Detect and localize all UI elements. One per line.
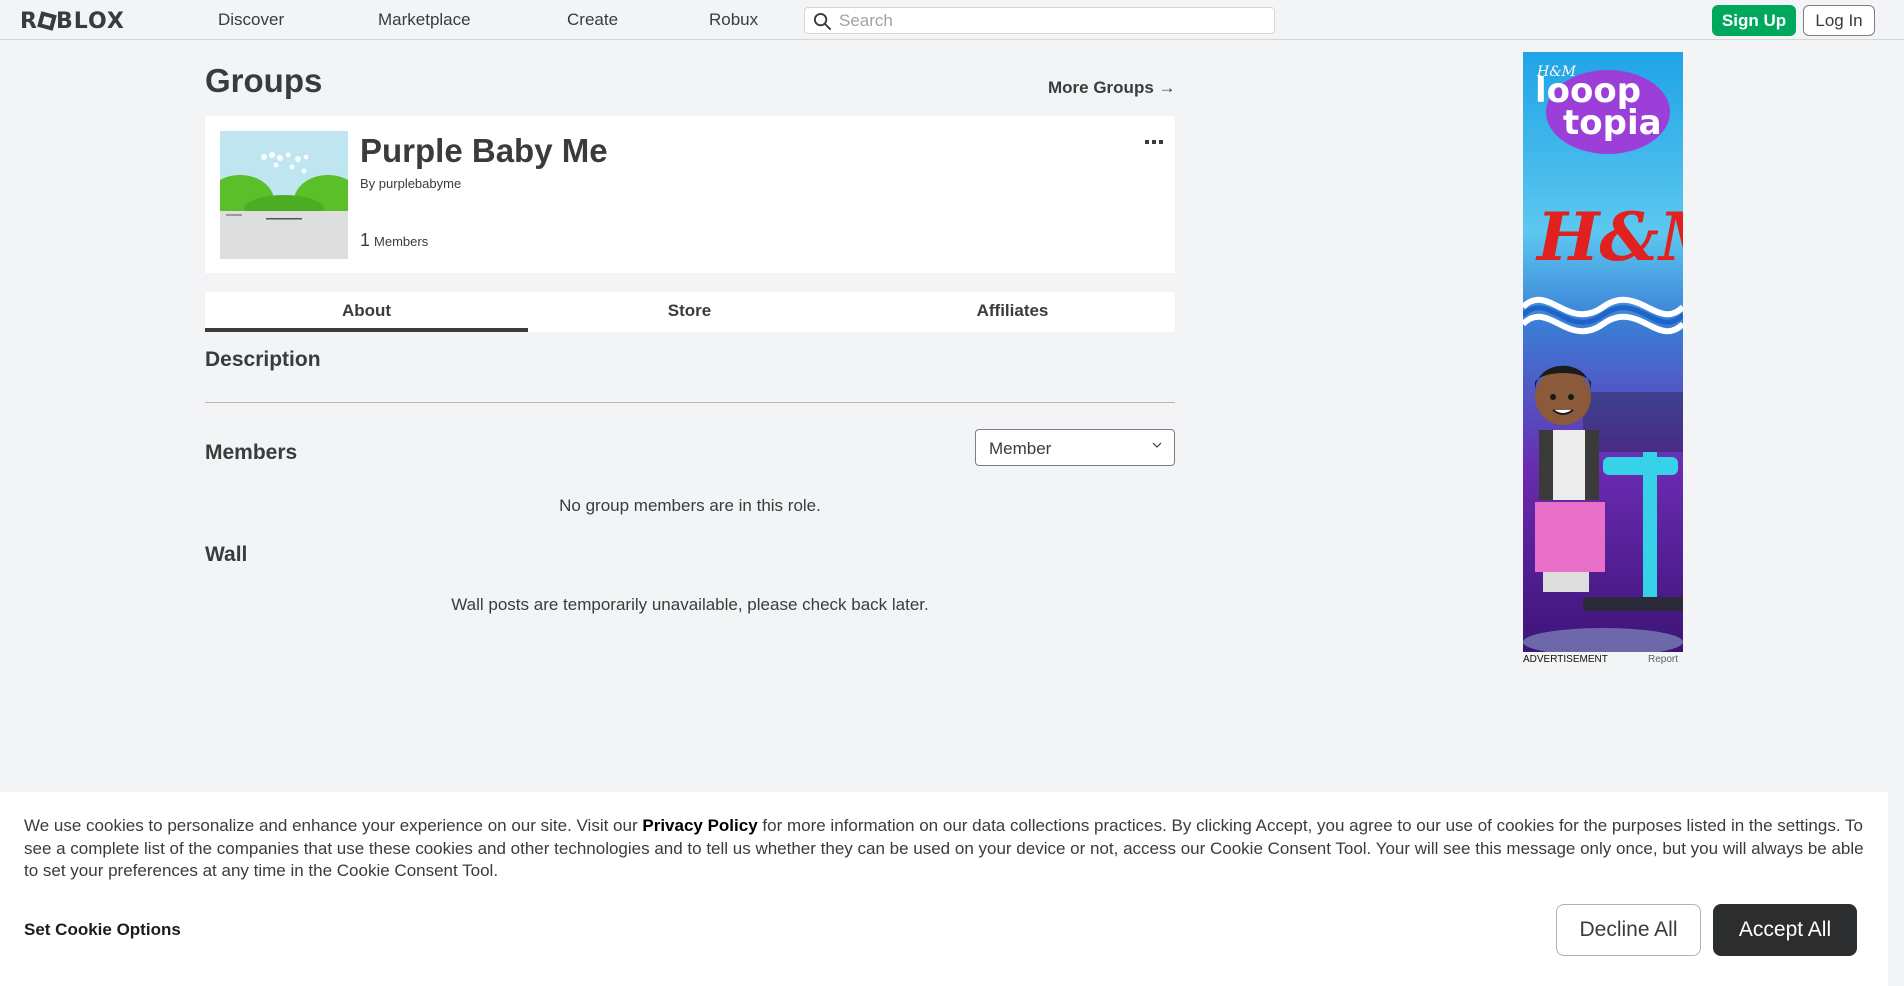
group-thumbnail xyxy=(220,131,348,259)
ad-report-link[interactable]: Report xyxy=(1648,654,1678,665)
no-members-message: No group members are in this role. xyxy=(559,496,821,515)
member-count-number: 1 xyxy=(360,230,371,250)
accept-all-button[interactable]: Accept All xyxy=(1713,904,1857,956)
group-emblem-image xyxy=(220,131,348,259)
nav-link-robux[interactable]: Robux xyxy=(709,10,758,30)
wall-heading: Wall xyxy=(205,543,248,566)
nav-link-discover[interactable]: Discover xyxy=(218,10,284,30)
owner-link[interactable]: purplebabyme xyxy=(379,176,461,191)
decline-all-button[interactable]: Decline All xyxy=(1556,904,1701,956)
role-dropdown-value: Member xyxy=(989,439,1052,458)
top-navigation-bar: R BLOX Discover Marketplace Create Robux … xyxy=(0,0,1904,40)
set-cookie-options-link[interactable]: Set Cookie Options xyxy=(24,920,181,940)
cookie-consent-banner: We use cookies to personalize and enhanc… xyxy=(0,792,1888,986)
cookie-text-before: We use cookies to personalize and enhanc… xyxy=(24,816,643,835)
nav-link-marketplace[interactable]: Marketplace xyxy=(378,10,471,30)
description-heading: Description xyxy=(205,348,321,371)
log-in-button[interactable]: Log In xyxy=(1803,5,1875,36)
by-label: By xyxy=(360,176,376,191)
members-heading: Members xyxy=(205,441,298,464)
search-box[interactable] xyxy=(804,7,1275,34)
member-count-label: Members xyxy=(374,234,429,249)
advertisement-label: ADVERTISEMENT xyxy=(1523,654,1608,665)
advertisement-image: H&M looop topia H&M xyxy=(1523,52,1683,652)
cookie-message: We use cookies to personalize and enhanc… xyxy=(24,815,1864,883)
tab-about[interactable]: About xyxy=(205,292,528,332)
nav-link-create[interactable]: Create xyxy=(567,10,618,30)
role-dropdown[interactable]: Member xyxy=(975,429,1175,466)
ad-brand-big: H&M xyxy=(1535,198,1683,276)
search-icon xyxy=(813,12,832,31)
privacy-policy-link[interactable]: Privacy Policy xyxy=(642,816,757,835)
tab-affiliates[interactable]: Affiliates xyxy=(851,292,1174,332)
tab-store[interactable]: Store xyxy=(528,292,851,332)
section-divider xyxy=(205,402,1175,403)
ellipsis-icon[interactable] xyxy=(1145,134,1163,149)
group-name: Purple Baby Me xyxy=(360,132,608,169)
page-title: Groups xyxy=(205,62,323,99)
advertisement-banner[interactable]: H&M looop topia H&M xyxy=(1523,52,1683,652)
sign-up-button[interactable]: Sign Up xyxy=(1712,5,1796,36)
roblox-logo[interactable]: R BLOX xyxy=(20,9,125,34)
group-tabs: About Store Affiliates xyxy=(205,292,1175,332)
ad-headline-2: topia xyxy=(1563,103,1662,143)
wall-message: Wall posts are temporarily unavailable, … xyxy=(451,595,929,614)
more-groups-link[interactable]: More Groups → xyxy=(1048,78,1176,98)
member-count: 1 Members xyxy=(360,230,428,251)
group-owner: By purplebabyme xyxy=(360,176,461,191)
group-header-card: Purple Baby Me By purplebabyme 1 Members xyxy=(205,116,1175,273)
chevron-down-icon xyxy=(1152,442,1162,448)
search-input[interactable] xyxy=(839,10,1259,32)
